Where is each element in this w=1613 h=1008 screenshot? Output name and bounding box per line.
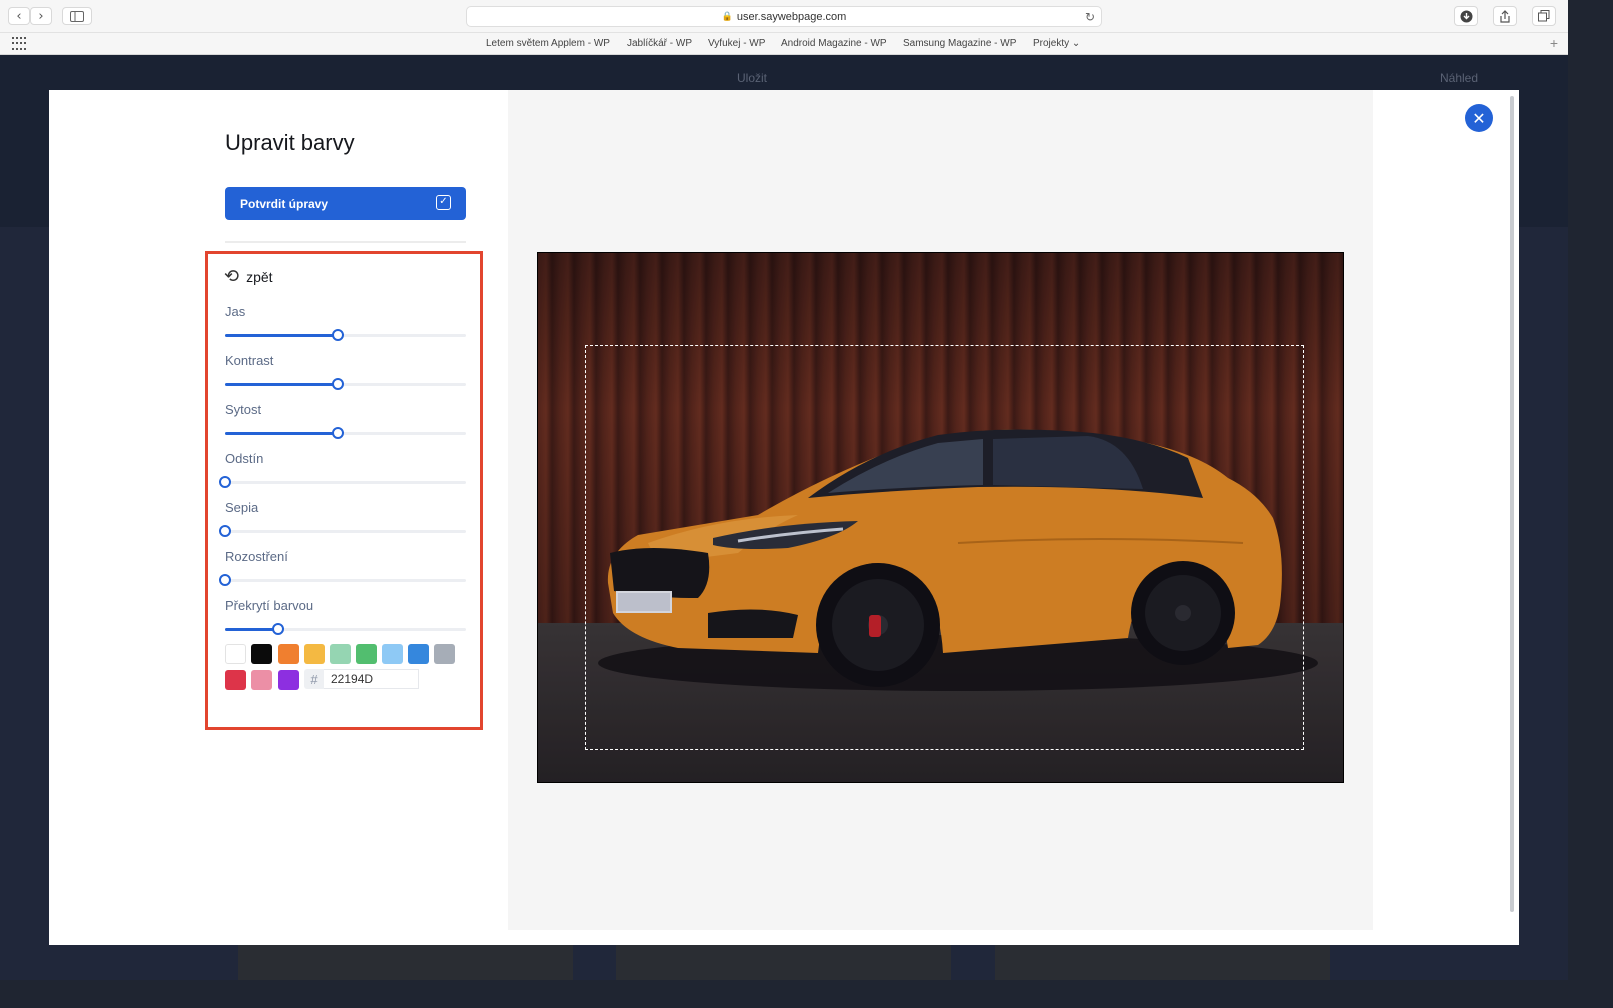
modal-title: Upravit barvy [225, 130, 355, 155]
saturation-slider[interactable] [225, 427, 466, 439]
slider-label-blur: Rozostření [225, 549, 288, 564]
color-swatch-black[interactable] [251, 644, 272, 664]
color-swatch-blue[interactable] [408, 644, 429, 664]
back-label: zpět [246, 268, 273, 285]
confirm-edits-button[interactable]: Potvrdit úpravy ✓ [225, 187, 466, 220]
edit-colors-modal: Upravit barvy Potvrdit úpravy ✓ ⟲ zpět J… [49, 90, 1519, 945]
color-swatch-yellow[interactable] [304, 644, 325, 664]
slider-label-color-overlay: Překrytí barvou [225, 598, 314, 613]
confirm-edits-label: Potvrdit úpravy [240, 196, 329, 211]
color-swatch-pink[interactable] [251, 670, 272, 690]
slider-knob[interactable] [219, 476, 231, 488]
slider-knob[interactable] [219, 574, 231, 586]
color-swatch-light-blue[interactable] [382, 644, 403, 664]
checkbox-check-icon: ✓ [436, 195, 451, 210]
background-thumbnail [616, 945, 951, 980]
download-icon[interactable] [1454, 6, 1478, 26]
bookmark-android-magazine[interactable]: Android Magazine - WP [781, 38, 887, 49]
slider-label-hue: Odstín [225, 451, 264, 466]
divider [225, 241, 466, 243]
color-swatch-purple[interactable] [278, 670, 299, 690]
hex-hash-prefix: # [304, 669, 324, 689]
bookmark-jablickar[interactable]: Jablíčkář - WP [627, 38, 692, 49]
bookmark-vyfukej[interactable]: Vyfukej - WP [708, 38, 765, 49]
sepia-slider[interactable] [219, 525, 466, 537]
slider-knob[interactable] [219, 525, 231, 537]
back-link[interactable]: ⟲ zpět [224, 266, 273, 287]
slider-label-brightness: Jas [225, 304, 246, 319]
color-swatch-green[interactable] [356, 644, 377, 664]
bookmark-letem-svetem[interactable]: Letem světem Applem - WP [486, 38, 610, 49]
browser-toolbar: ‹ › 🔒 user.saywebpage.com ↻ [0, 0, 1568, 33]
color-swatch-red[interactable] [225, 670, 246, 690]
bookmark-projekty[interactable]: Projekty ⌄ [1033, 38, 1080, 49]
color-swatch-mint[interactable] [330, 644, 351, 664]
brightness-slider[interactable] [225, 329, 466, 341]
blur-slider[interactable] [219, 574, 466, 586]
slider-knob[interactable] [272, 623, 285, 635]
close-icon[interactable]: ✕ [1465, 104, 1493, 132]
preview-link[interactable]: Náhled [1440, 71, 1478, 85]
slider-label-contrast: Kontrast [225, 353, 274, 368]
crop-selection-box[interactable] [585, 345, 1304, 750]
bookmarks-bar: Letem světem Applem - WP Jablíčkář - WP … [0, 33, 1568, 55]
reload-icon[interactable]: ↻ [1085, 10, 1095, 24]
back-nav-icon[interactable]: ‹ [8, 7, 30, 25]
bookmark-samsung-magazine[interactable]: Samsung Magazine - WP [903, 38, 1016, 49]
color-swatch-orange[interactable] [278, 644, 299, 664]
hue-slider[interactable] [219, 476, 466, 488]
color-swatch-gray[interactable] [434, 644, 455, 664]
color-overlay-slider[interactable] [225, 623, 466, 635]
slider-label-saturation: Sytost [225, 402, 262, 417]
add-bookmark-icon[interactable]: + [1550, 35, 1558, 51]
background-thumbnail [995, 945, 1330, 980]
car-photo-preview [537, 252, 1344, 783]
url-text: user.saywebpage.com [736, 10, 847, 23]
tabs-icon[interactable] [1532, 6, 1556, 26]
forward-nav-icon[interactable]: › [30, 7, 52, 25]
lock-icon: 🔒 [721, 11, 733, 22]
hex-color-input[interactable] [324, 669, 419, 689]
apps-grid-icon[interactable] [12, 37, 26, 51]
back-arrow-icon: ⟲ [224, 266, 240, 287]
address-bar[interactable]: 🔒 user.saywebpage.com ↻ [466, 6, 1102, 27]
save-link[interactable]: Uložit [737, 71, 767, 85]
sidebar-toggle-icon[interactable] [62, 7, 92, 25]
modal-scrollbar[interactable] [1510, 96, 1514, 912]
share-icon[interactable] [1493, 6, 1517, 26]
contrast-slider[interactable] [225, 378, 466, 390]
color-swatch-white[interactable] [225, 644, 246, 664]
slider-label-sepia: Sepia [225, 500, 259, 515]
background-thumbnail [238, 945, 573, 980]
